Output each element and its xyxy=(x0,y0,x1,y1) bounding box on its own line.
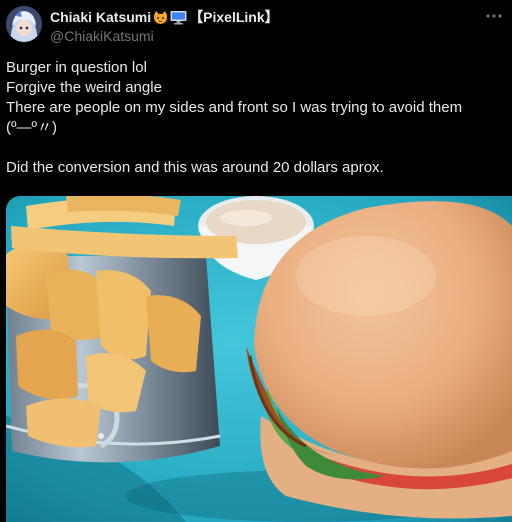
more-horizontal-icon[interactable] xyxy=(484,6,504,26)
computer-monitor-icon xyxy=(170,10,187,25)
tweet: Chiaki Katsumi 【PixelLink】 @ChiakiKatsum… xyxy=(0,0,512,522)
text-line: Burger in question lol xyxy=(6,59,147,76)
text-line: (º—º〃) xyxy=(6,119,57,136)
user-names: Chiaki Katsumi 【PixelLink】 @ChiakiKatsum… xyxy=(50,8,279,44)
tweet-text: Burger in question lol Forgive the weird… xyxy=(6,58,506,178)
text-line-blank xyxy=(6,138,506,158)
avatar[interactable] xyxy=(6,6,42,42)
user-handle[interactable]: @ChiakiKatsumi xyxy=(50,28,279,44)
tweet-header: Chiaki Katsumi 【PixelLink】 @ChiakiKatsum… xyxy=(6,6,506,46)
text-line: Forgive the weird angle xyxy=(6,79,162,96)
display-name[interactable]: Chiaki Katsumi xyxy=(50,9,151,25)
text-line: There are people on my sides and front s… xyxy=(6,99,463,116)
text-line: Did the conversion and this was around 2… xyxy=(6,159,384,176)
cat-face-icon xyxy=(153,10,168,25)
display-name-row: Chiaki Katsumi 【PixelLink】 xyxy=(50,8,279,26)
display-name-tag: 【PixelLink】 xyxy=(189,9,279,25)
tweet-photo[interactable] xyxy=(6,196,512,522)
